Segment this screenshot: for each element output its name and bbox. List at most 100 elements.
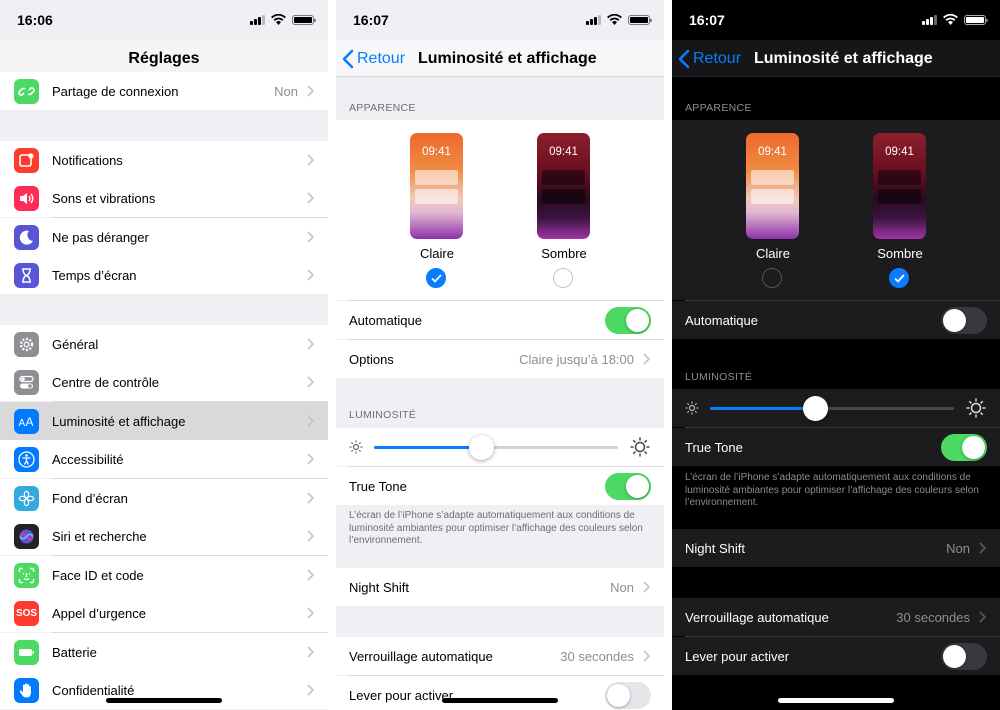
notifications-icon — [14, 147, 39, 173]
true-tone-toggle[interactable] — [941, 434, 987, 461]
chevron-right-icon — [643, 581, 650, 593]
settings-item-label: Général — [52, 336, 99, 352]
settings-item-value: Non — [274, 83, 298, 99]
appearance-section: 09:41 09:41 Claire Sombre — [336, 120, 664, 301]
automatic-label: Automatique — [685, 312, 758, 328]
settings-item-label: Confidentialité — [52, 682, 135, 698]
options-row[interactable]: Options Claire jusqu’à 18:00 — [336, 340, 664, 378]
home-indicator — [442, 698, 558, 703]
auto-lock-label: Verrouillage automatique — [685, 609, 829, 625]
night-shift-row[interactable]: Night Shift Non — [672, 529, 1000, 567]
sos-icon: SOS — [14, 600, 39, 626]
night-shift-label: Night Shift — [349, 579, 409, 595]
night-shift-row[interactable]: Night Shift Non — [336, 568, 664, 606]
light-radio[interactable] — [426, 268, 446, 288]
raise-to-wake-label: Lever pour activer — [685, 648, 790, 664]
dark-label: Sombre — [877, 246, 923, 261]
cellular-signal-icon — [922, 14, 937, 25]
settings-item-hourglass[interactable]: Temps d’écran — [0, 256, 328, 294]
accessibility-icon — [14, 446, 39, 472]
light-preview[interactable]: 09:41 — [410, 133, 463, 239]
dark-radio[interactable] — [553, 268, 573, 288]
settings-item-text-size[interactable]: A A Luminosité et affichage — [0, 402, 328, 441]
dark-preview[interactable]: 09:41 — [537, 133, 590, 239]
dark-label: Sombre — [541, 246, 587, 261]
auto-lock-value: 30 secondes — [560, 648, 634, 664]
chevron-right-icon — [307, 154, 314, 166]
light-preview[interactable]: 09:41 — [746, 133, 799, 239]
true-tone-toggle[interactable] — [605, 473, 651, 500]
settings-item-moon[interactable]: Ne pas déranger — [0, 218, 328, 257]
battery-icon — [14, 639, 39, 665]
automatic-toggle[interactable] — [605, 307, 651, 334]
raise-to-wake-row: Lever pour activer — [336, 676, 664, 710]
raise-to-wake-toggle[interactable] — [941, 643, 987, 670]
brightness-track[interactable] — [710, 396, 954, 421]
chevron-right-icon — [979, 542, 986, 554]
preview-time: 09:41 — [885, 146, 914, 158]
settings-item-hand[interactable]: Confidentialité — [0, 671, 328, 709]
settings-item-speaker[interactable]: Sons et vibrations — [0, 179, 328, 218]
brightness-knob[interactable] — [802, 396, 828, 421]
chevron-right-icon — [307, 338, 314, 350]
chevron-right-icon — [307, 231, 314, 243]
appearance-section: 09:41 09:41 Claire Sombre — [672, 120, 1000, 301]
back-button[interactable]: Retour — [678, 49, 741, 69]
settings-item-label: Batterie — [52, 644, 97, 660]
settings-item-flower[interactable]: Fond d’écran — [0, 479, 328, 518]
preview-time: 09:41 — [549, 146, 578, 158]
brightness-knob[interactable] — [469, 435, 495, 460]
settings-item-sos[interactable]: SOS Appel d’urgence — [0, 594, 328, 633]
settings-item-label: Partage de connexion — [52, 83, 179, 99]
chevron-right-icon — [307, 376, 314, 388]
wifi-icon — [607, 14, 622, 25]
chevron-right-icon — [307, 684, 314, 696]
settings-panel: 16:06 Réglages Partage de connexion Non No… — [0, 0, 328, 710]
brightness-slider-row — [672, 389, 1000, 428]
cellular-signal-icon — [250, 14, 265, 25]
settings-item-label: Luminosité et affichage — [52, 413, 186, 429]
raise-to-wake-toggle[interactable] — [605, 682, 651, 709]
brightness-fill — [710, 407, 815, 410]
settings-item-siri[interactable]: Siri et recherche — [0, 517, 328, 556]
dark-preview[interactable]: 09:41 — [873, 133, 926, 239]
brightness-track[interactable] — [374, 435, 618, 460]
auto-lock-row[interactable]: Verrouillage automatique 30 secondes — [672, 598, 1000, 637]
settings-item-notifications[interactable]: Notifications — [0, 141, 328, 180]
auto-lock-row[interactable]: Verrouillage automatique 30 secondes — [336, 637, 664, 676]
dark-radio[interactable] — [889, 268, 909, 288]
status-bar: 16:07 — [336, 0, 664, 40]
chevron-right-icon — [643, 650, 650, 662]
settings-item-face-id[interactable]: Face ID et code — [0, 556, 328, 595]
automatic-row: Automatique — [672, 301, 1000, 339]
brightness-header: LUMINOSITÉ — [349, 409, 417, 421]
settings-item-switches[interactable]: Centre de contrôle — [0, 363, 328, 402]
settings-item-accessibility[interactable]: Accessibilité — [0, 440, 328, 479]
automatic-toggle[interactable] — [941, 307, 987, 334]
status-time: 16:06 — [17, 12, 53, 28]
battery-status-icon — [292, 14, 316, 25]
moon-icon — [14, 224, 39, 250]
page-title: Luminosité et affichage — [418, 50, 597, 67]
nav-bar: Retour Luminosité et affichage — [336, 40, 664, 77]
raise-to-wake-row: Lever pour activer — [672, 637, 1000, 675]
svg-text:A: A — [19, 418, 26, 429]
checkmark-icon — [894, 274, 905, 283]
light-radio[interactable] — [762, 268, 782, 288]
back-button[interactable]: Retour — [342, 49, 405, 69]
settings-item-battery[interactable]: Batterie — [0, 633, 328, 672]
back-label: Retour — [357, 50, 406, 67]
sun-large-icon — [966, 398, 986, 418]
brightness-header: LUMINOSITÉ — [685, 371, 753, 383]
settings-item-label: Ne pas déranger — [52, 229, 149, 245]
settings-item-chain-link[interactable]: Partage de connexion Non — [0, 72, 328, 110]
battery-status-icon — [628, 14, 652, 25]
options-label: Options — [349, 351, 394, 367]
cellular-signal-icon — [586, 14, 601, 25]
text-size-icon: AA — [14, 408, 39, 434]
settings-item-gear[interactable]: Général — [0, 325, 328, 364]
home-indicator — [778, 698, 894, 703]
auto-lock-value: 30 secondes — [896, 609, 970, 625]
chevron-right-icon — [307, 85, 314, 97]
brightness-fill — [374, 446, 482, 449]
